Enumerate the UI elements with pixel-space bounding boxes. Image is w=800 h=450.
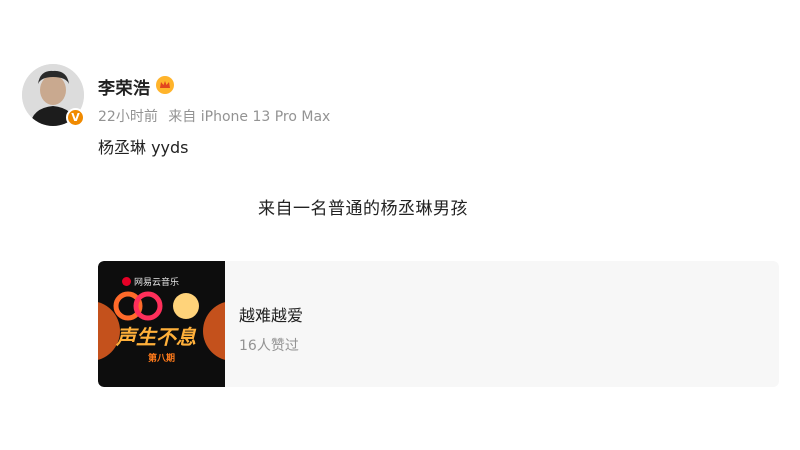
post-time[interactable]: 22小时前 (98, 109, 158, 125)
cover-brand: 网易云音乐 (122, 275, 179, 288)
music-card[interactable]: 网易云音乐 声生不息 第八期 越难越爱 16人赞过 (98, 261, 779, 387)
cover-episode: 第八期 (148, 354, 176, 364)
post-device: iPhone 13 Pro Max (200, 109, 331, 125)
post-quote-text: 来自一名普通的杨丞琳男孩 (258, 199, 468, 219)
music-card-info: 越难越爱 16人赞过 (225, 261, 303, 387)
song-title: 越难越爱 (239, 306, 304, 325)
vip-crown-icon[interactable] (155, 75, 175, 95)
song-likes: 16人赞过 (239, 338, 299, 354)
author-name[interactable]: 李荣浩 (98, 74, 151, 99)
cover-show-title: 声生不息 (116, 325, 196, 349)
netease-logo-icon (122, 277, 131, 286)
verified-badge-icon: V (66, 108, 85, 127)
post-text: 杨丞琳 yyds (98, 138, 189, 157)
source-prefix: 来自 (168, 109, 197, 125)
post-meta: 22小时前 来自 iPhone 13 Pro Max (98, 106, 330, 126)
album-cover: 网易云音乐 声生不息 第八期 (98, 261, 225, 387)
